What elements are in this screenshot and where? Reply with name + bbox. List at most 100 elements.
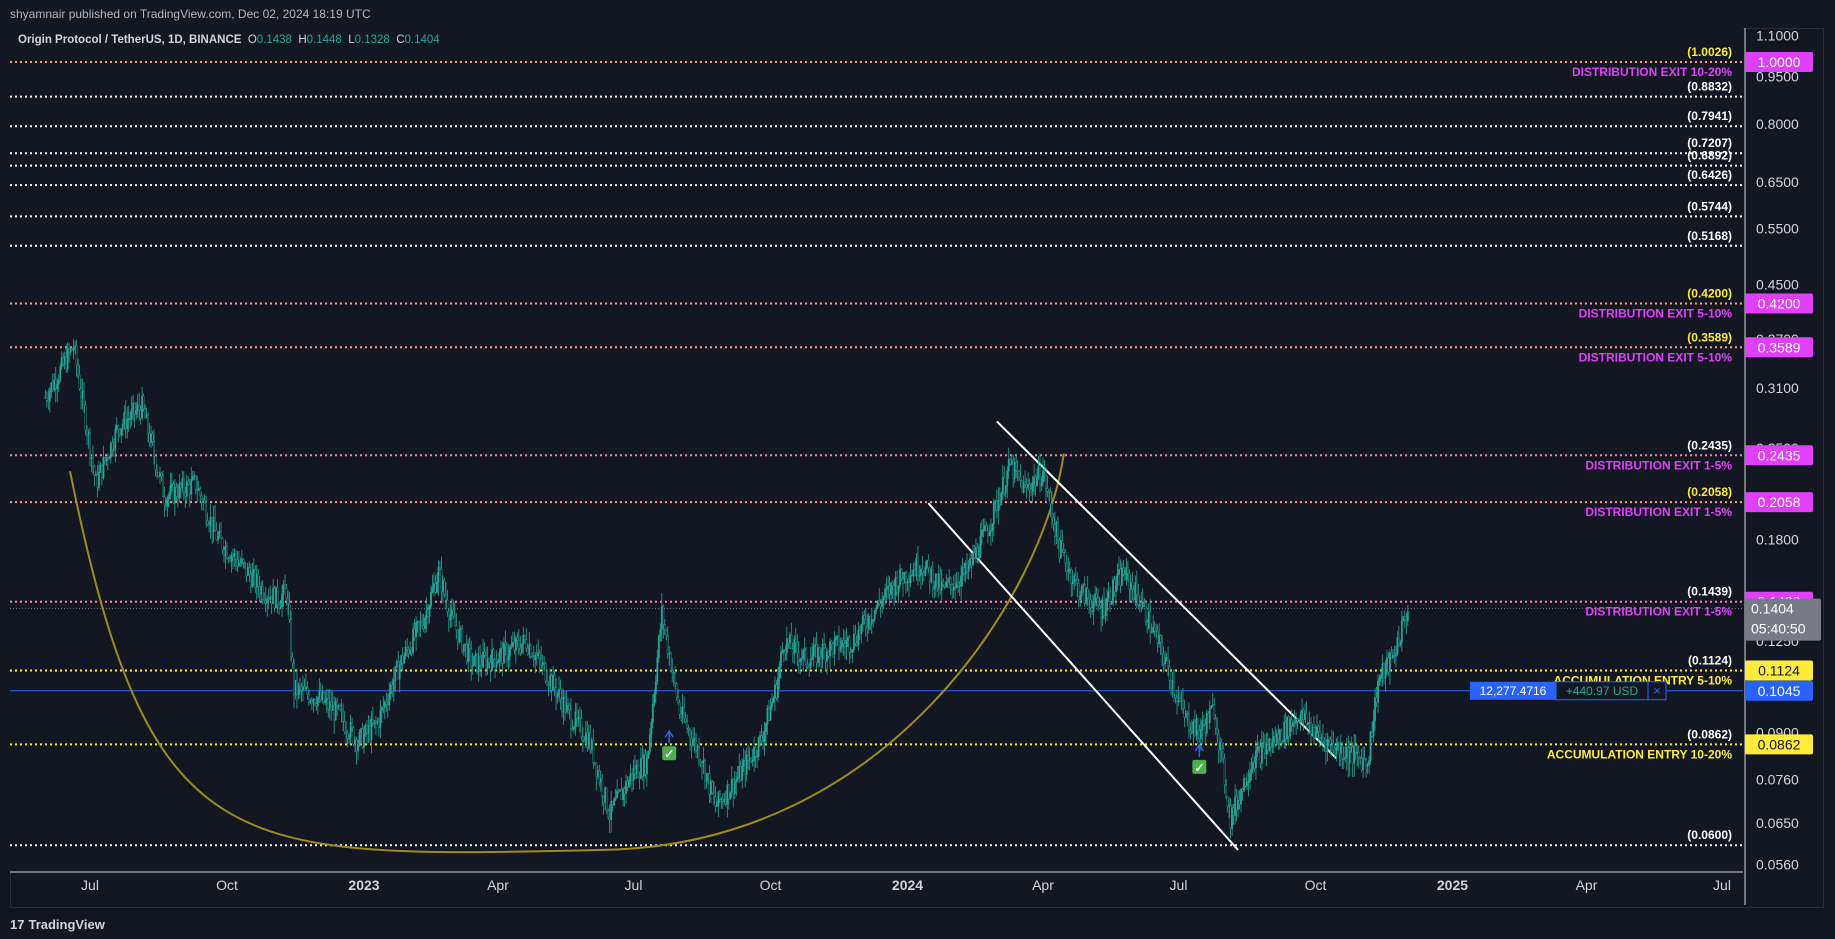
candle-body	[1299, 714, 1302, 723]
candle-body	[608, 816, 611, 820]
candle-body	[522, 635, 525, 645]
candle-body	[878, 600, 881, 604]
candle-body	[809, 659, 812, 668]
candle-body	[1263, 742, 1266, 754]
candle-body	[1393, 655, 1396, 657]
candle-body	[751, 760, 754, 763]
candle-body	[1403, 616, 1406, 620]
candle-body	[1223, 758, 1226, 786]
candle-body	[1039, 465, 1041, 486]
candle-body	[413, 628, 416, 637]
candle-body	[1141, 601, 1144, 608]
candle-body	[309, 700, 312, 703]
candle-body	[1277, 733, 1280, 740]
candle-body	[1204, 724, 1207, 734]
candle-body	[1348, 751, 1351, 764]
candle-body	[63, 356, 66, 365]
candle-body	[544, 663, 547, 682]
y-tick-label: 0.4500	[1756, 276, 1799, 292]
candle-body	[1024, 481, 1027, 486]
candle-body	[1167, 657, 1169, 667]
candle-body	[681, 706, 684, 718]
candle-body	[578, 716, 581, 719]
candle-body	[278, 604, 281, 609]
candle-body	[683, 706, 686, 720]
candle-body	[391, 684, 394, 692]
candle-body	[626, 780, 629, 788]
candle-body	[1179, 698, 1181, 702]
candle-body	[845, 640, 848, 647]
candle-body	[526, 647, 529, 655]
candle-body	[379, 710, 382, 728]
candle-body	[403, 655, 406, 664]
candle-body	[434, 583, 437, 593]
candle-body	[401, 655, 404, 664]
candle-body	[531, 656, 534, 659]
candle-body	[47, 400, 50, 402]
candle-body	[419, 620, 422, 625]
candle-body	[1362, 757, 1365, 770]
candle-body	[1149, 611, 1152, 632]
candle-body	[689, 729, 691, 739]
candle-body	[793, 639, 796, 654]
candle-body	[817, 647, 820, 663]
candle-body	[800, 658, 803, 660]
candle-body	[1128, 573, 1131, 590]
symbol-legend: Origin Protocol / TetherUS, 1D, BINANCE …	[18, 34, 440, 46]
candle-body	[452, 609, 455, 617]
candle-body	[1313, 727, 1315, 739]
candle-body	[556, 692, 559, 698]
candle-body	[1283, 721, 1286, 743]
candle-body	[879, 603, 882, 607]
candle-body	[727, 784, 730, 800]
tradingview-logo[interactable]: 17 TradingView	[0, 917, 105, 932]
candle-body	[705, 773, 708, 782]
candle-body	[998, 500, 1001, 506]
candle-body	[720, 798, 723, 801]
candle-body	[242, 559, 245, 563]
candle-body	[109, 442, 112, 458]
candle-body	[489, 662, 492, 671]
candle-body	[1071, 581, 1074, 585]
candle-body	[852, 633, 855, 650]
candle-body	[780, 652, 782, 667]
candle-body	[519, 647, 522, 653]
candle-body	[282, 583, 285, 595]
candle-body	[430, 592, 432, 607]
candle-body	[214, 517, 216, 531]
candle-body	[915, 557, 918, 576]
candle-body	[945, 581, 948, 588]
candle-body	[735, 779, 738, 783]
candle-body	[80, 388, 82, 398]
candle-body	[112, 448, 115, 451]
candle-body	[1392, 655, 1394, 659]
candle-body	[906, 581, 909, 584]
candle-body	[797, 652, 800, 662]
candle-body	[303, 686, 306, 690]
level-label: (0.6426)	[1687, 168, 1732, 182]
price-chart[interactable]: 1.10000.95000.80000.65000.55000.45000.37…	[0, 0, 1835, 939]
y-tick-label: 0.8000	[1756, 116, 1799, 132]
candle-body	[794, 639, 797, 643]
candle-body	[299, 685, 301, 688]
candle-body	[520, 643, 523, 653]
plot-area[interactable]	[10, 28, 1743, 872]
candle-body	[1089, 599, 1092, 608]
candle-body	[1229, 805, 1232, 829]
candle-body	[95, 474, 97, 477]
candle-body	[653, 693, 656, 705]
candle-body	[1004, 486, 1007, 494]
candle-body	[896, 577, 898, 593]
candle-body	[1290, 719, 1293, 727]
candle-body	[690, 737, 693, 746]
axis-price-tag-label: 1.0000	[1758, 54, 1801, 70]
candle-body	[857, 629, 860, 646]
candle-body	[1368, 760, 1370, 766]
candle-body	[252, 569, 255, 574]
candle-body	[997, 500, 1000, 512]
candle-body	[1311, 727, 1314, 735]
candle-body	[562, 696, 565, 713]
candle-body	[777, 677, 779, 698]
candle-body	[1137, 594, 1140, 606]
candle-body	[573, 726, 575, 730]
